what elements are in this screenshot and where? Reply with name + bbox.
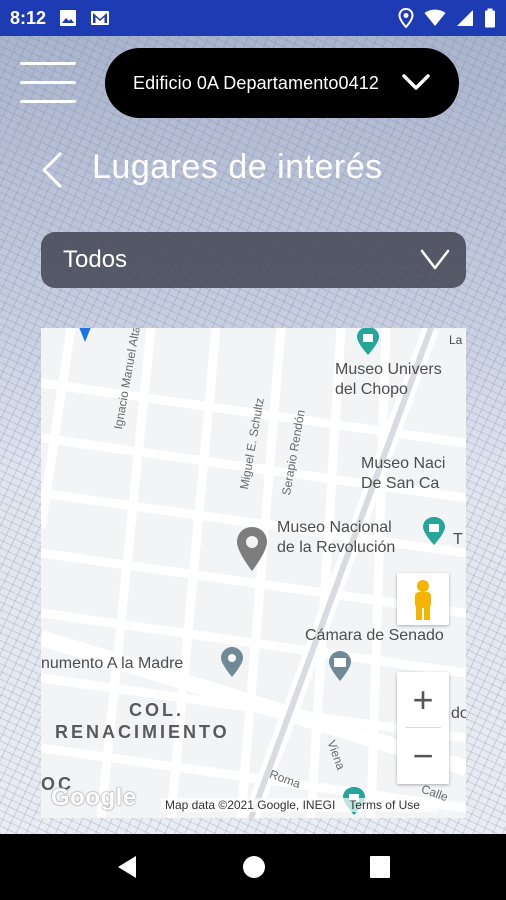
terms-of-use-link[interactable]: Terms of Use bbox=[349, 798, 420, 812]
place-pin-icon[interactable] bbox=[235, 526, 269, 572]
category-filter-dropdown[interactable]: Todos bbox=[41, 232, 466, 288]
poi-edge-label: do bbox=[451, 705, 466, 722]
monument-pin-icon[interactable] bbox=[219, 646, 245, 678]
map-view[interactable]: Museo Univers del Chopo La Museo Naci De… bbox=[41, 328, 466, 818]
nav-home-icon[interactable] bbox=[242, 854, 266, 885]
poi-san-carlos-label[interactable]: Museo Naci De San Ca bbox=[361, 454, 445, 494]
street-view-pegman-icon[interactable] bbox=[397, 573, 449, 625]
poi-senado-label[interactable]: Cámara de Senado bbox=[305, 626, 444, 646]
nav-back-icon[interactable] bbox=[116, 854, 138, 885]
building-selector-label: Edificio 0A Departamento0412 bbox=[133, 72, 379, 93]
district-label: RENACIMIENTO bbox=[55, 722, 230, 742]
poi-edge-label: T bbox=[453, 531, 463, 548]
location-marker-icon bbox=[79, 328, 91, 342]
back-arrow-icon[interactable] bbox=[40, 150, 66, 190]
category-filter-label: Todos bbox=[63, 246, 128, 273]
government-pin-icon[interactable] bbox=[327, 650, 353, 682]
poi-label-line: De San Ca bbox=[361, 475, 440, 492]
google-logo: Google bbox=[51, 784, 137, 811]
gmail-icon bbox=[90, 8, 110, 28]
zoom-in-button[interactable]: + bbox=[397, 672, 449, 727]
page-title: Lugares de interés bbox=[92, 148, 383, 186]
poi-label-line: de la Revolución bbox=[277, 539, 396, 556]
poi-revolucion-label[interactable]: Museo Nacional de la Revolución bbox=[277, 518, 395, 558]
poi-edge-label: La bbox=[449, 333, 463, 347]
nav-recents-icon[interactable] bbox=[369, 854, 391, 885]
hamburger-menu-icon[interactable] bbox=[20, 62, 76, 106]
poi-label-line: del Chopo bbox=[335, 381, 408, 398]
system-navigation-bar bbox=[0, 834, 506, 900]
district-label: COL. bbox=[129, 700, 184, 720]
museum-pin-icon[interactable] bbox=[355, 328, 381, 356]
status-time: 8:12 bbox=[10, 7, 47, 28]
museum-pin-icon[interactable] bbox=[421, 516, 447, 546]
zoom-out-button[interactable]: − bbox=[397, 728, 449, 783]
map-data-text: Map data ©2021 Google, INEGI bbox=[165, 798, 336, 812]
location-icon bbox=[398, 7, 414, 33]
poi-label-line: Museo Univers bbox=[335, 361, 442, 378]
poi-label-line: Museo Naci bbox=[361, 455, 446, 472]
wifi-icon bbox=[424, 9, 446, 32]
poi-madre-label[interactable]: numento A la Madre bbox=[41, 654, 183, 674]
zoom-controls: + − bbox=[397, 672, 449, 784]
poi-label-line: Museo Nacional bbox=[277, 519, 392, 536]
signal-icon bbox=[456, 9, 474, 32]
chevron-down-icon bbox=[420, 248, 450, 277]
chevron-down-icon bbox=[401, 72, 431, 97]
building-selector-dropdown[interactable]: Edificio 0A Departamento0412 bbox=[105, 48, 459, 118]
battery-icon bbox=[484, 8, 496, 33]
image-icon bbox=[58, 8, 78, 28]
status-bar: 8:12 bbox=[0, 0, 506, 36]
poi-chopo-label[interactable]: Museo Univers del Chopo bbox=[335, 360, 442, 400]
map-attribution: Map data ©2021 Google, INEGI Terms of Use bbox=[161, 798, 438, 812]
